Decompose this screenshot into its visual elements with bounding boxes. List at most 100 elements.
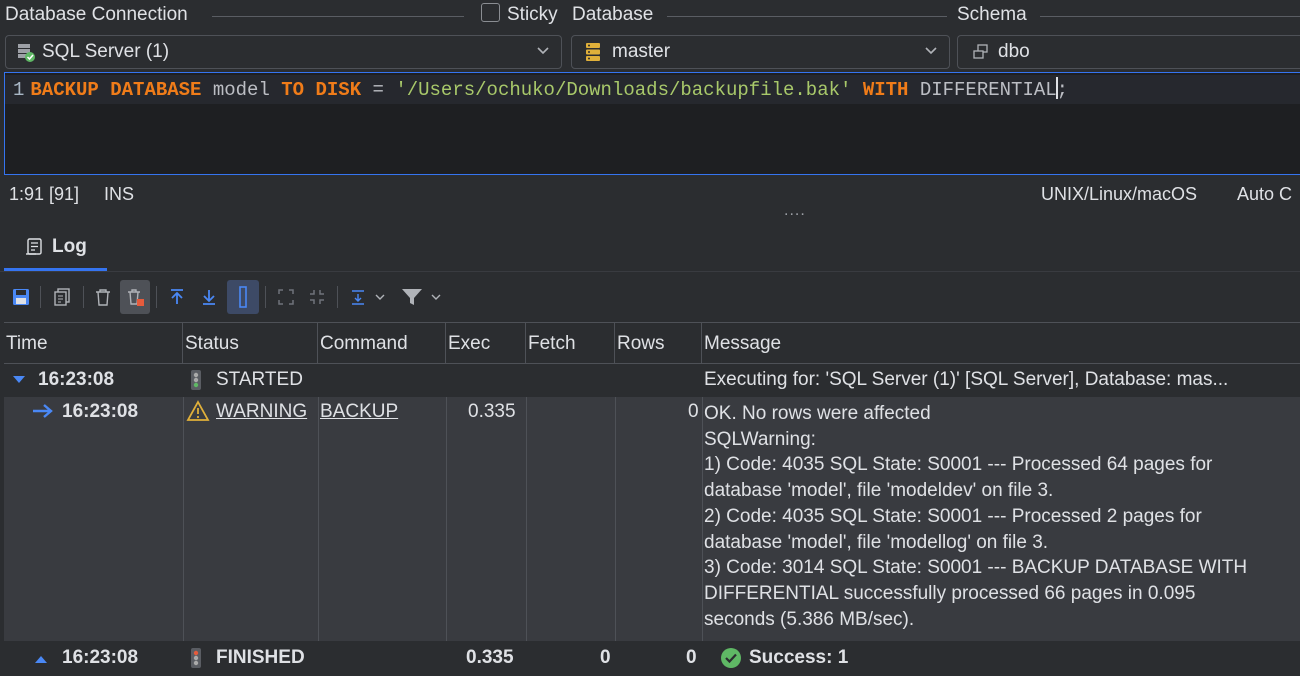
- log-toolbar: [4, 280, 504, 314]
- column-header-rows[interactable]: Rows: [615, 323, 702, 364]
- collapse-toggle-icon[interactable]: [34, 649, 48, 671]
- database-label: Database: [572, 4, 654, 25]
- column-header-fetch[interactable]: Fetch: [526, 323, 615, 364]
- sql-token: DATABASE: [110, 79, 202, 101]
- delete-button[interactable]: [88, 280, 118, 314]
- column-header-time[interactable]: Time: [4, 323, 183, 364]
- column-divider: [446, 397, 447, 641]
- expand-all-button[interactable]: [271, 280, 301, 314]
- arrow-to-bottom-icon: [203, 290, 215, 305]
- filter-button[interactable]: [397, 280, 427, 314]
- row-exec: 0.335: [466, 647, 514, 668]
- trash-icon: [96, 289, 110, 306]
- row-message: Executing for: 'SQL Server (1)' [SQL Ser…: [704, 369, 1229, 390]
- sticky-checkbox[interactable]: [481, 3, 500, 22]
- sql-token: =: [361, 79, 396, 101]
- schema-combo[interactable]: dbo: [957, 35, 1300, 69]
- row-rows: 0: [688, 401, 699, 422]
- sql-token: '/Users/ochuko/Downloads/backupfile.bak': [395, 79, 852, 101]
- tab-log[interactable]: Log: [4, 226, 107, 272]
- sql-token: DISK: [315, 79, 362, 101]
- traffic-light-icon: [190, 369, 202, 397]
- align-center-icon: [352, 290, 364, 305]
- sql-token: WITH: [862, 79, 909, 101]
- toolbar-divider: [83, 286, 84, 308]
- warning-icon: [186, 400, 210, 428]
- copy-button[interactable]: [47, 280, 77, 314]
- caret-position[interactable]: 1:91 [91]: [9, 184, 79, 205]
- sql-token: model: [201, 79, 282, 101]
- column-divider: [526, 397, 527, 641]
- sql-editor[interactable]: 1 BACKUP DATABASE model TO DISK = '/Users…: [4, 72, 1300, 175]
- arrow-to-top-icon: [171, 289, 183, 304]
- log-table: Time Status Command Exec Fetch Rows Mess…: [4, 322, 1300, 676]
- message-line: seconds (5.386 MB/sec).: [704, 608, 915, 630]
- column-header-command[interactable]: Command: [318, 323, 446, 364]
- code-line: 1 BACKUP DATABASE model TO DISK = '/Users…: [13, 76, 1068, 104]
- line-endings[interactable]: UNIX/Linux/macOS: [1041, 184, 1197, 205]
- group-button[interactable]: [343, 280, 373, 314]
- collapse-all-button[interactable]: [302, 280, 332, 314]
- chevron-down-icon: [375, 294, 385, 300]
- database-value: master: [612, 41, 671, 62]
- group-dropdown[interactable]: [371, 280, 389, 314]
- row-exec: 0.335: [468, 401, 516, 422]
- column-header-message[interactable]: Message: [702, 323, 1300, 364]
- row-command-link[interactable]: BACKUP: [320, 401, 398, 423]
- row-status-link[interactable]: WARNING: [216, 401, 307, 423]
- traffic-light-icon: [190, 647, 202, 675]
- wrap-toggle-button[interactable]: [227, 280, 259, 314]
- toolbar-divider: [40, 286, 41, 308]
- row-message: OK. No rows were affected SQLWarning: 1)…: [704, 401, 1247, 632]
- scroll-bottom-button[interactable]: [194, 280, 224, 314]
- database-combo[interactable]: master: [571, 35, 950, 69]
- column-header-status[interactable]: Status: [183, 323, 318, 364]
- copy-icon: [54, 288, 70, 306]
- clear-all-button[interactable]: [120, 280, 150, 314]
- sticky-label: Sticky: [507, 4, 558, 25]
- text-cursor-icon: [239, 286, 247, 308]
- connection-combo[interactable]: SQL Server (1): [5, 35, 562, 69]
- schema-value: dbo: [998, 41, 1030, 62]
- collapse-toggle-icon[interactable]: [12, 370, 26, 392]
- filter-dropdown[interactable]: [427, 280, 445, 314]
- auto-commit[interactable]: Auto C: [1237, 184, 1292, 205]
- message-line: SQLWarning:: [704, 428, 816, 450]
- line-number: 1: [13, 79, 25, 101]
- message-line: 2) Code: 4035 SQL State: S0001 --- Proce…: [704, 505, 1202, 527]
- message-line: 1) Code: 4035 SQL State: S0001 --- Proce…: [704, 454, 1213, 476]
- tab-log-label: Log: [52, 236, 87, 257]
- code-semicolon: ;: [1056, 79, 1069, 101]
- collapse-icon: [310, 290, 324, 304]
- save-button[interactable]: [6, 280, 36, 314]
- divider: [667, 16, 947, 17]
- tab-separator: [0, 271, 1300, 272]
- chevron-down-icon: [535, 42, 551, 63]
- row-status: FINISHED: [216, 647, 305, 668]
- message-line: database 'model', file 'modellog' on fil…: [704, 531, 1049, 553]
- arrow-right-icon: [32, 402, 54, 426]
- row-time: 16:23:08: [62, 647, 139, 668]
- table-row[interactable]: 16:23:08 STARTED Executing for: 'SQL Ser…: [4, 365, 1300, 397]
- sql-token: BACKUP: [30, 79, 99, 101]
- message-line: database 'model', file 'modeldev' on fil…: [704, 480, 1054, 502]
- connection-value: SQL Server (1): [42, 41, 170, 62]
- scroll-top-button[interactable]: [162, 280, 192, 314]
- schema-label: Schema: [957, 4, 1027, 25]
- toolbar-divider: [265, 286, 266, 308]
- splitter-handle[interactable]: ....: [784, 202, 806, 220]
- row-rows: 0: [686, 647, 697, 668]
- sql-server-icon: [16, 42, 36, 62]
- success-check-icon: [720, 647, 742, 675]
- save-icon: [13, 289, 29, 305]
- column-divider: [318, 397, 319, 641]
- toolbar-divider: [337, 286, 338, 308]
- column-header-exec[interactable]: Exec: [446, 323, 526, 364]
- table-row[interactable]: 16:23:08 WARNING BACKUP 0.335 0 OK. No r…: [4, 397, 1300, 641]
- insert-mode[interactable]: INS: [104, 184, 134, 205]
- expand-icon: [278, 289, 294, 305]
- chevron-down-icon: [431, 294, 441, 300]
- table-row[interactable]: 16:23:08 FINISHED 0.335 0 0 Success: 1: [4, 641, 1300, 676]
